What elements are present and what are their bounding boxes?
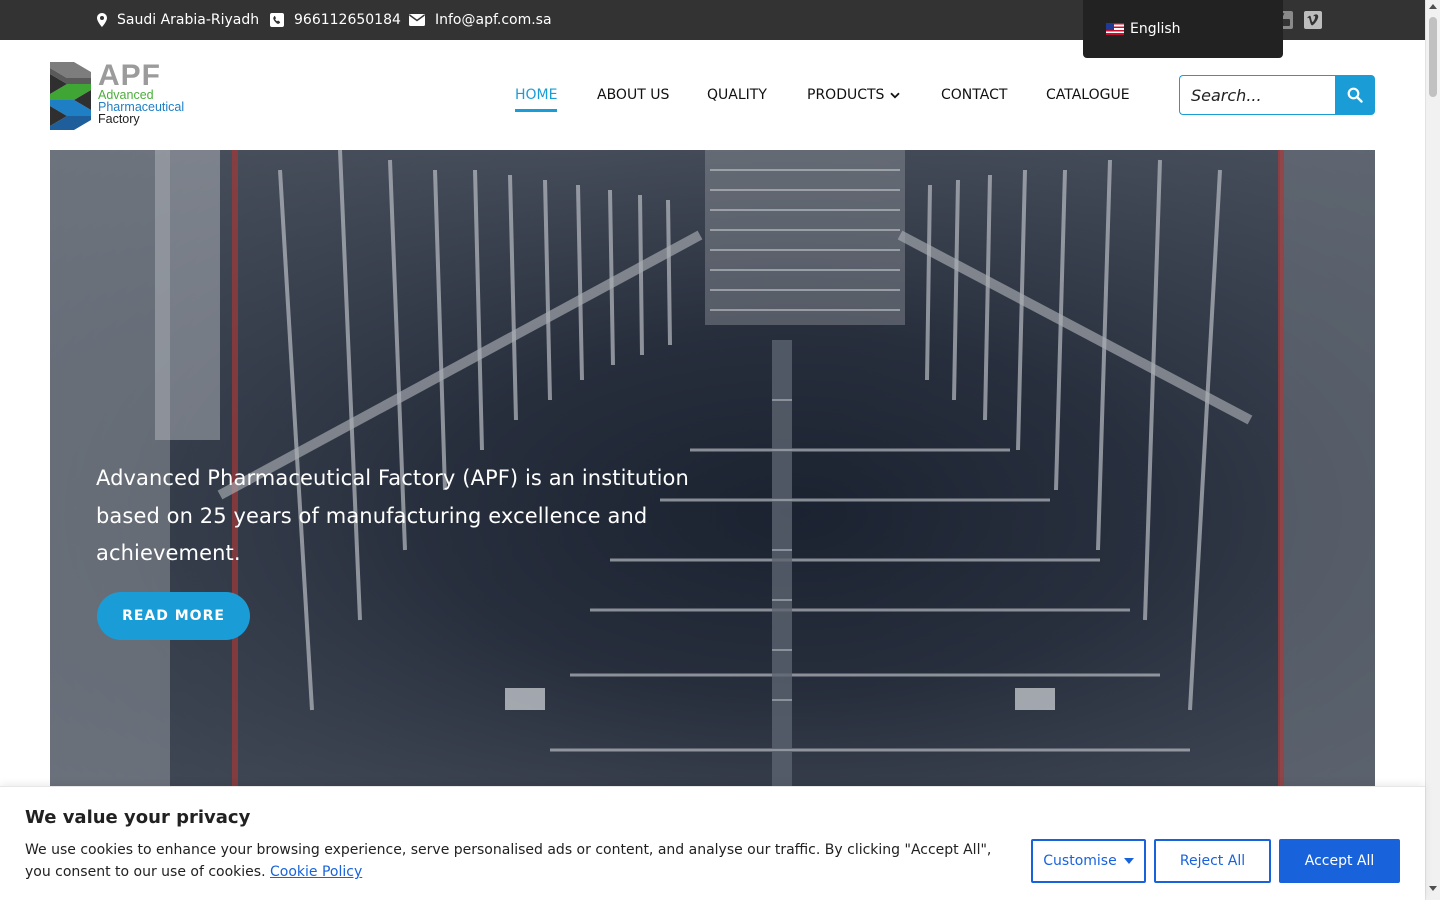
scrollbar-thumb[interactable] — [1429, 17, 1437, 97]
accept-all-button[interactable]: Accept All — [1279, 839, 1400, 883]
search-button[interactable] — [1335, 75, 1375, 115]
search-icon — [1347, 87, 1363, 103]
location-text: Saudi Arabia-Riyadh — [117, 12, 260, 28]
nav-catalogue[interactable]: CATALOGUE — [1046, 84, 1130, 106]
nav-quality[interactable]: QUALITY — [707, 84, 767, 106]
cookie-policy-link[interactable]: Cookie Policy — [270, 864, 362, 880]
customise-button[interactable]: Customise — [1031, 839, 1146, 883]
apf-logo-mark-icon — [50, 62, 91, 130]
page-scrollbar[interactable] — [1425, 0, 1440, 900]
us-flag-icon — [1106, 23, 1124, 35]
language-label: English — [1130, 21, 1181, 37]
nav-products-label: PRODUCTS — [807, 87, 885, 103]
customise-label: Customise — [1043, 853, 1117, 869]
phone-icon — [270, 13, 284, 27]
cookie-description: We use cookies to enhance your browsing … — [25, 839, 1020, 883]
search-form — [1179, 75, 1375, 115]
reject-all-button[interactable]: Reject All — [1154, 839, 1271, 883]
phone-text: 966112650184 — [294, 12, 401, 28]
email-text: Info@apf.com.sa — [435, 12, 552, 28]
logo-line-factory: Factory — [98, 112, 140, 126]
hero-banner: Advanced Pharmaceutical Factory (APF) is… — [50, 150, 1375, 810]
scroll-down-arrow-icon[interactable] — [1429, 886, 1437, 891]
scroll-up-arrow-icon[interactable] — [1429, 4, 1437, 9]
nav-about-us[interactable]: ABOUT US — [597, 84, 669, 106]
vimeo-link[interactable] — [1304, 11, 1322, 29]
nav-home[interactable]: HOME — [515, 84, 558, 112]
caret-down-icon — [1123, 858, 1134, 864]
envelope-icon — [409, 14, 425, 26]
location-info: Saudi Arabia-Riyadh — [97, 0, 259, 40]
email-info[interactable]: Info@apf.com.sa — [409, 0, 552, 40]
cookie-title: We value your privacy — [25, 807, 251, 828]
map-marker-icon — [97, 13, 107, 27]
read-more-button[interactable]: READ MORE — [97, 592, 250, 640]
search-input[interactable] — [1179, 75, 1335, 115]
chevron-down-icon — [890, 92, 901, 98]
phone-info[interactable]: 966112650184 — [270, 0, 401, 40]
cookie-description-text: We use cookies to enhance your browsing … — [25, 842, 992, 880]
hero-headline: Advanced Pharmaceutical Factory (APF) is… — [96, 466, 689, 565]
vimeo-icon — [1304, 11, 1322, 29]
language-switcher[interactable]: English — [1083, 0, 1283, 58]
cookie-banner: We value your privacy We use cookies to … — [0, 786, 1425, 900]
nav-products[interactable]: PRODUCTS — [807, 84, 901, 106]
site-logo[interactable]: APF Advanced Pharmaceutical Factory — [50, 60, 190, 130]
nav-contact[interactable]: CONTACT — [941, 84, 1007, 106]
